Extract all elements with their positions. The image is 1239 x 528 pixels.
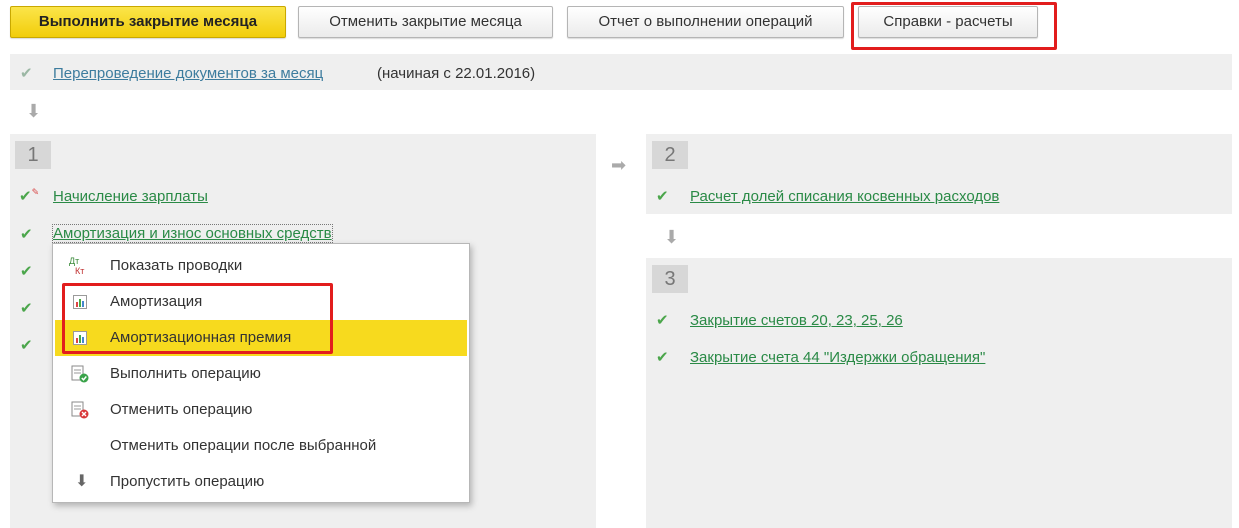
- check-icon: ✔: [656, 349, 669, 366]
- depreciation-link[interactable]: Амортизация и износ основных средств: [52, 224, 333, 243]
- menu-item-skip[interactable]: ⬇ Пропустить операцию: [53, 464, 469, 500]
- execute-close-button[interactable]: Выполнить закрытие месяца: [10, 6, 286, 38]
- execute-doc-icon: [71, 365, 89, 383]
- check-icon: ✔: [20, 300, 33, 317]
- close-accounts-link[interactable]: Закрытие счетов 20, 23, 25, 26: [690, 312, 903, 329]
- section-2-number: 2: [652, 141, 688, 169]
- menu-item-show-postings[interactable]: Дт Кт Показать проводки: [53, 248, 469, 284]
- check-edit-icon: ✔✎: [19, 187, 40, 205]
- section-3-panel: [646, 258, 1232, 528]
- dt-kt-icon: Дт Кт: [69, 256, 85, 276]
- menu-item-label: Выполнить операцию: [110, 365, 261, 382]
- check-icon: ✔: [20, 226, 33, 243]
- arrow-down-icon: ⬇: [664, 227, 680, 247]
- menu-item-execute[interactable]: Выполнить операцию: [53, 356, 469, 392]
- menu-item-label: Отменить операцию: [110, 401, 253, 418]
- reposting-link[interactable]: Перепроведение документов за месяц: [53, 65, 323, 82]
- menu-item-cancel[interactable]: Отменить операцию: [53, 392, 469, 428]
- menu-item-label: Показать проводки: [110, 257, 243, 274]
- close-account-44-link[interactable]: Закрытие счета 44 "Издержки обращения": [690, 349, 985, 366]
- section-3-number: 3: [652, 265, 688, 293]
- menu-item-label: Пропустить операцию: [110, 473, 265, 490]
- check-icon: ✔: [656, 312, 669, 329]
- salary-link[interactable]: Начисление зарплаты: [53, 188, 208, 205]
- cancel-close-button[interactable]: Отменить закрытие месяца: [298, 6, 553, 38]
- references-button[interactable]: Справки - расчеты: [858, 6, 1038, 38]
- arrow-down-icon: ⬇: [26, 101, 42, 121]
- report-button[interactable]: Отчет о выполнении операций: [567, 6, 844, 38]
- cancel-doc-icon: [71, 401, 89, 419]
- arrow-right-icon: ➡: [611, 155, 627, 175]
- indirect-costs-link[interactable]: Расчет долей списания косвенных расходов: [690, 188, 999, 205]
- menu-item-label: Отменить операции после выбранной: [110, 437, 377, 454]
- check-icon: ✔: [20, 65, 33, 82]
- context-menu: Дт Кт Показать проводки Амортизация Амор…: [52, 243, 470, 503]
- arrow-down-icon: ⬇: [75, 473, 89, 490]
- check-icon: ✔: [20, 337, 33, 354]
- menu-highlight-box: [62, 283, 333, 354]
- check-icon: ✔: [656, 188, 669, 205]
- section-1-number: 1: [15, 141, 51, 169]
- check-icon: ✔: [20, 263, 33, 280]
- reposting-date-note: (начиная с 22.01.2016): [377, 65, 536, 82]
- menu-item-cancel-after[interactable]: Отменить операции после выбранной: [53, 428, 469, 464]
